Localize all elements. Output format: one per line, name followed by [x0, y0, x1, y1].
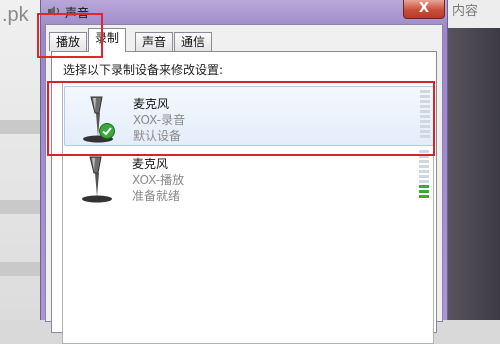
tab-communications[interactable]: 通信: [174, 32, 213, 51]
background-page-left: .pk: [0, 0, 40, 320]
instruction-text: 选择以下录制设备来修改设置:: [63, 63, 224, 77]
level-meter: [419, 150, 429, 202]
close-button[interactable]: X: [403, 0, 445, 19]
background-text: .pk: [2, 4, 29, 26]
background-text: 内容: [452, 4, 479, 19]
tab-highlight-box: [37, 13, 103, 58]
device-highlight-box: [47, 81, 435, 156]
background-panel: [446, 28, 500, 320]
background-page-right: 内容: [446, 0, 500, 320]
background-divider: [0, 200, 40, 214]
dialog-body: 播放 录制 声音 通信 选择以下录制设备来修改设置: 麦克风 XOX-录音 默认…: [45, 24, 443, 344]
background-divider: [0, 262, 40, 276]
device-description: XOX-播放: [132, 173, 185, 187]
device-name: 麦克风: [132, 157, 169, 171]
tab-sounds[interactable]: 声音: [135, 32, 174, 51]
background-divider: [0, 120, 40, 134]
device-status: 准备就绪: [132, 189, 181, 203]
microphone-icon: [82, 156, 112, 203]
